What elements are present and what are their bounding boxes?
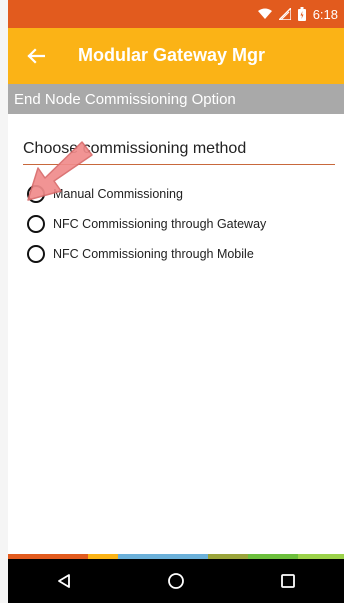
annotation-arrow-icon — [27, 141, 93, 201]
radio-button-nfc-gateway[interactable] — [27, 215, 45, 233]
radio-label-nfc-gateway: NFC Commissioning through Gateway — [53, 217, 267, 231]
battery-icon — [297, 7, 306, 21]
app-title: Modular Gateway Mgr — [78, 45, 266, 65]
app-screen: 6:18 Modular Gateway Mgr End Node Commis… — [8, 0, 344, 603]
radio-option-nfc-gateway[interactable]: NFC Commissioning through Gateway — [27, 209, 266, 239]
status-icons: 6:18 — [257, 5, 338, 23]
nav-back-button[interactable] — [44, 561, 84, 601]
signal-icon — [278, 8, 291, 20]
radio-option-nfc-mobile[interactable]: NFC Commissioning through Mobile — [27, 239, 266, 269]
home-circle-icon — [168, 573, 184, 589]
section-title: End Node Commissioning Option — [14, 91, 236, 108]
radio-label-nfc-mobile: NFC Commissioning through Mobile — [53, 247, 254, 261]
navigation-bar — [8, 559, 344, 603]
nav-recents-button[interactable] — [268, 561, 308, 601]
back-button[interactable] — [22, 42, 50, 70]
back-triangle-icon — [58, 574, 70, 588]
nav-home-button[interactable] — [156, 561, 196, 601]
app-bar: Modular Gateway Mgr — [8, 28, 344, 84]
section-header: End Node Commissioning Option — [8, 84, 344, 114]
radio-button-nfc-mobile[interactable] — [27, 245, 45, 263]
recents-square-icon — [281, 574, 295, 588]
status-time: 6:18 — [312, 6, 338, 22]
wifi-icon — [257, 8, 272, 19]
arrow-left-icon — [27, 48, 45, 64]
status-bar: 6:18 — [8, 0, 344, 28]
